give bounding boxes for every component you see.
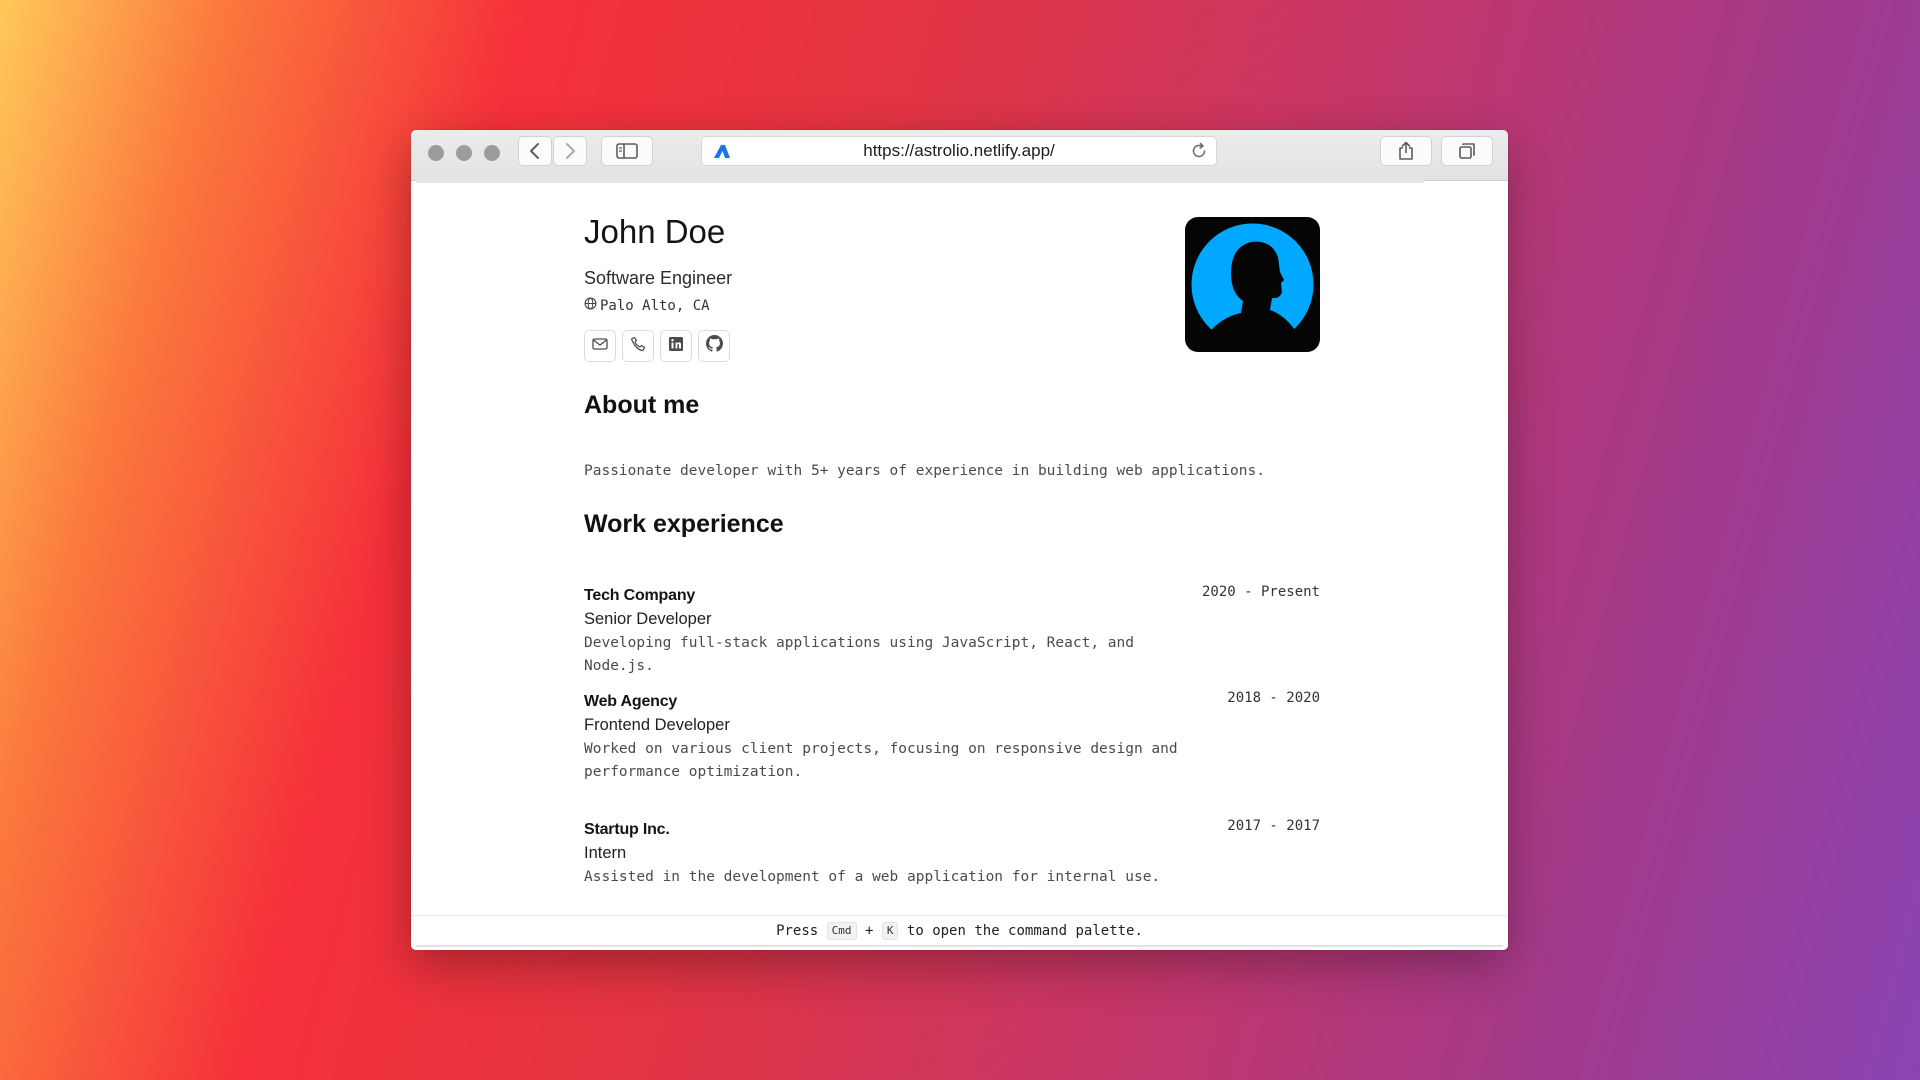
phone-button[interactable]: [622, 330, 654, 362]
job-company: Startup Inc.: [584, 821, 670, 838]
sidebar-icon: [616, 143, 638, 159]
about-text: Passionate developer with 5+ years of ex…: [584, 463, 1265, 479]
avatar: [1185, 217, 1320, 352]
hint-plus: +: [864, 923, 874, 939]
resume-page: John Doe Software Engineer Palo Alto, CA: [411, 183, 1508, 950]
email-button[interactable]: [584, 330, 616, 362]
forward-button[interactable]: [553, 136, 587, 166]
browser-toolbar: https://astrolio.netlify.app/: [411, 130, 1508, 181]
github-icon: [705, 335, 723, 357]
location-text: Palo Alto, CA: [600, 298, 710, 314]
command-palette-text: Press Cmd + K to open the command palett…: [411, 922, 1508, 940]
job-role: Senior Developer: [584, 610, 712, 628]
job-dates: 2020 - Present: [1201, 584, 1320, 600]
minimize-light[interactable]: [456, 145, 472, 161]
job-description: Worked on various client projects, focus…: [584, 741, 1178, 780]
cmd-key: Cmd: [826, 922, 857, 940]
social-links: [584, 330, 730, 362]
hint-suffix: to open the command palette.: [906, 923, 1143, 939]
job-description: Developing full-stack applications using…: [584, 635, 1134, 674]
about-heading: About me: [584, 391, 700, 419]
share-icon: [1397, 141, 1415, 161]
back-button[interactable]: [518, 136, 552, 166]
back-icon: [528, 142, 542, 160]
profile-title: Software Engineer: [584, 268, 733, 288]
tabs-icon: [1458, 142, 1476, 160]
hint-press: Press: [776, 923, 819, 939]
forward-icon: [563, 142, 577, 160]
k-key: K: [881, 922, 899, 940]
job-company: Web Agency: [584, 693, 678, 710]
phone-icon: [630, 336, 646, 357]
zoom-light[interactable]: [484, 145, 500, 161]
address-bar[interactable]: https://astrolio.netlify.app/: [701, 136, 1217, 166]
job-dates: 2017 - 2017: [1227, 818, 1320, 834]
github-button[interactable]: [698, 330, 730, 362]
tabs-button[interactable]: [1441, 136, 1493, 166]
browser-window: https://astrolio.netlify.app/ John Doe S…: [411, 130, 1508, 950]
address-url: https://astrolio.netlify.app/: [863, 141, 1055, 160]
job-role: Frontend Developer: [584, 716, 730, 734]
linkedin-button[interactable]: [660, 330, 692, 362]
linkedin-icon: [668, 336, 684, 357]
job-role: Intern: [584, 844, 627, 862]
profile-name: John Doe: [584, 213, 726, 250]
sidebar-button[interactable]: [601, 136, 653, 166]
window-bottom-edge: [416, 945, 1503, 947]
reload-icon[interactable]: [1190, 142, 1208, 165]
job-description: Assisted in the development of a web app…: [584, 869, 1161, 885]
job-company: Tech Company: [584, 587, 696, 604]
globe-icon: [584, 297, 597, 315]
email-icon: [592, 337, 608, 356]
job-dates: 2018 - 2020: [1227, 690, 1320, 706]
close-light[interactable]: [428, 145, 444, 161]
share-button[interactable]: [1380, 136, 1432, 166]
profile-location: Palo Alto, CA: [584, 297, 710, 315]
work-heading: Work experience: [584, 510, 784, 538]
